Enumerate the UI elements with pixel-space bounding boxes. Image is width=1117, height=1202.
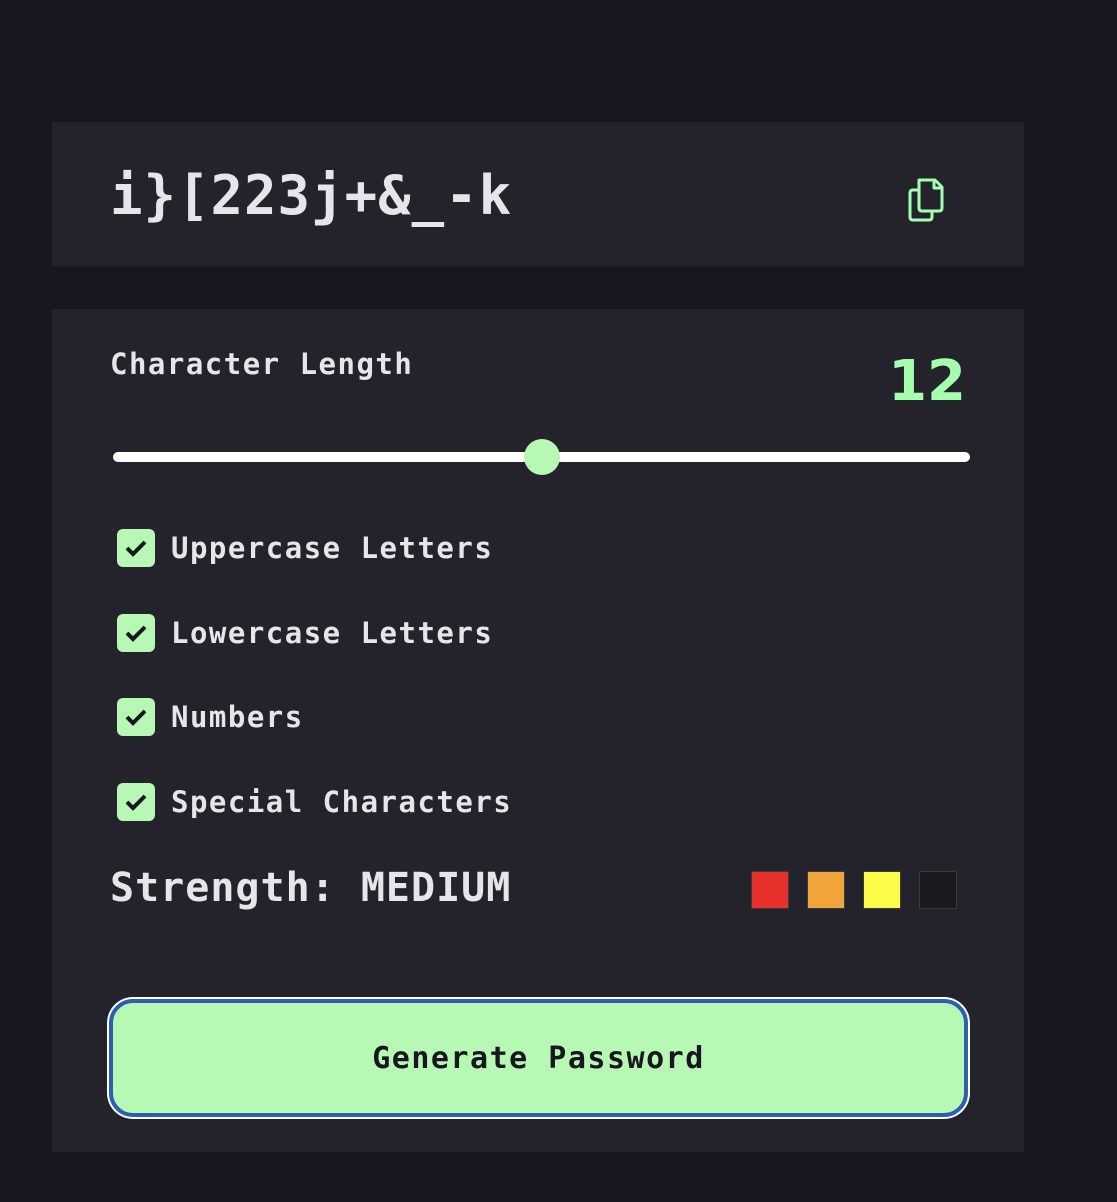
option-lowercase[interactable]: Lowercase Letters xyxy=(117,614,493,652)
uppercase-checkbox[interactable] xyxy=(117,529,155,567)
strength-bar-1 xyxy=(751,871,789,909)
check-icon xyxy=(125,709,147,726)
password-text: i}[223j+&_-k xyxy=(110,164,513,227)
numbers-checkbox[interactable] xyxy=(117,698,155,736)
numbers-label: Numbers xyxy=(171,700,304,734)
option-uppercase[interactable]: Uppercase Letters xyxy=(117,529,493,567)
option-special[interactable]: Special Characters xyxy=(117,783,512,821)
character-length-value: 12 xyxy=(888,349,966,414)
strength-bar-4 xyxy=(919,871,957,909)
strength-bar-2 xyxy=(807,871,845,909)
copy-icon[interactable] xyxy=(904,176,948,224)
check-icon xyxy=(125,794,147,811)
check-icon xyxy=(125,540,147,557)
lowercase-label: Lowercase Letters xyxy=(171,616,494,650)
character-length-label: Character Length xyxy=(110,347,414,381)
generate-password-button[interactable]: Generate Password xyxy=(109,999,968,1117)
special-label: Special Characters xyxy=(171,785,513,819)
password-display: i}[223j+&_-k xyxy=(52,122,1024,266)
strength-bar-3 xyxy=(863,871,901,909)
option-numbers[interactable]: Numbers xyxy=(117,698,304,736)
strength-meter xyxy=(751,871,957,909)
uppercase-label: Uppercase Letters xyxy=(171,531,494,565)
length-slider-thumb[interactable] xyxy=(523,439,560,475)
check-icon xyxy=(125,625,147,642)
settings-panel: Character Length 12 Uppercase Letters Lo… xyxy=(52,309,1024,1152)
lowercase-checkbox[interactable] xyxy=(117,614,155,652)
strength-label: Strength: MEDIUM xyxy=(110,865,512,911)
special-checkbox[interactable] xyxy=(117,783,155,821)
